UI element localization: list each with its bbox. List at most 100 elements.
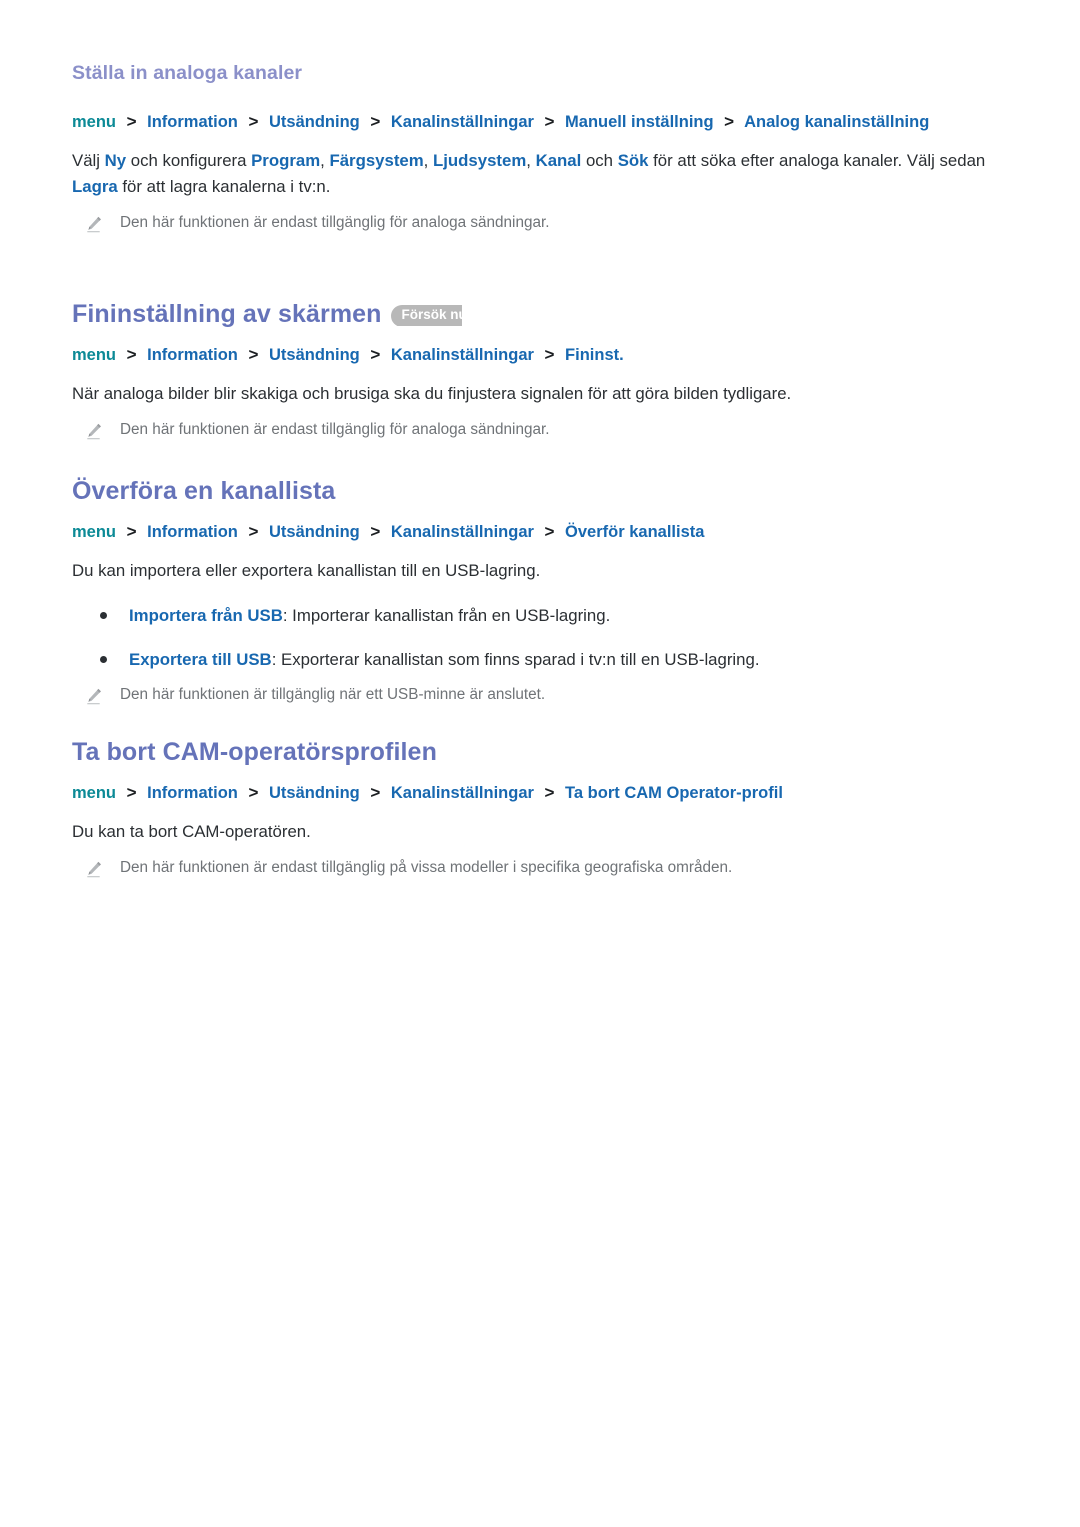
section-heading: Överföra en kanallista: [72, 477, 336, 505]
try-now-badge[interactable]: Försök nu: [390, 304, 462, 326]
paragraph-part: Välj: [72, 150, 105, 170]
pencil-icon: [84, 421, 104, 441]
chevron-right-icon: >: [370, 522, 381, 542]
section-paragraph: När analoga bilder blir skakiga och brus…: [72, 383, 792, 403]
breadcrumb-item-utsandning[interactable]: Utsändning: [269, 346, 360, 364]
chevron-right-icon: >: [724, 112, 735, 132]
keyword-fargsystem: Färgsystem: [329, 150, 424, 170]
paragraph-part: och konfigurera: [126, 150, 252, 170]
breadcrumb-item-menu[interactable]: menu: [72, 523, 116, 541]
paragraph-part: och: [581, 150, 618, 170]
breadcrumb-item-utsandning[interactable]: Utsändning: [269, 523, 360, 541]
note-text: Den här funktionen är endast tillgänglig…: [120, 214, 550, 232]
section-heading-row: Överföra en kanallista: [72, 476, 1008, 507]
list-item-term: Exportera till USB: [129, 650, 272, 670]
section-paragraph: Du kan importera eller exportera kanalli…: [72, 560, 541, 580]
section-heading-row: Fininställning av skärmen Försök nu: [72, 299, 1008, 330]
keyword-program: Program: [251, 150, 321, 170]
chevron-right-icon: >: [370, 783, 381, 803]
list-item-text: Exportera till USB: Exporterar kanallist…: [129, 647, 760, 672]
chevron-right-icon: >: [126, 112, 137, 132]
chevron-right-icon: >: [248, 522, 259, 542]
section-heading-row: Ta bort CAM-operatörsprofilen: [72, 737, 1008, 768]
chevron-right-icon: >: [248, 783, 259, 803]
breadcrumb-item-ta-bort-cam-operator-profil[interactable]: Ta bort CAM Operator-profil: [565, 784, 783, 802]
note-row: Den här funktionen är endast tillgänglig…: [84, 857, 1008, 880]
list-item-text: Importera från USB: Importerar kanallist…: [129, 603, 610, 628]
breadcrumb: menu > Information > Utsändning > Kanali…: [72, 344, 1008, 366]
breadcrumb-item-utsandning[interactable]: Utsändning: [269, 113, 360, 131]
chevron-right-icon: >: [248, 345, 259, 365]
keyword-sok: Sök: [617, 150, 649, 170]
note-row: Den här funktionen är endast tillgänglig…: [84, 212, 1008, 235]
breadcrumb-item-information[interactable]: Information: [147, 346, 238, 364]
keyword-kanal: Kanal: [535, 150, 582, 170]
keyword-ny: Ny: [104, 150, 127, 170]
note-text: Den här funktionen är endast tillgänglig…: [120, 859, 733, 877]
note-text: Den här funktionen är endast tillgänglig…: [120, 421, 550, 439]
breadcrumb-item-kanalinstallningar[interactable]: Kanalinställningar: [391, 113, 534, 131]
section-paragraph: Du kan ta bort CAM-operatören.: [72, 821, 311, 841]
breadcrumb-item-analog-kanalinstallning[interactable]: Analog kanalinställning: [744, 113, 929, 131]
breadcrumb-item-menu[interactable]: menu: [72, 113, 116, 131]
chevron-right-icon: >: [544, 345, 555, 365]
page-content: Ställa in analoga kanaler menu > Informa…: [0, 0, 1080, 880]
note-row: Den här funktionen är endast tillgänglig…: [84, 419, 1008, 442]
section-overfora-en-kanallista: Överföra en kanallista menu > Informatio…: [72, 476, 1008, 707]
chevron-right-icon: >: [126, 783, 137, 803]
section-paragraph: Välj Ny och konfigurera Program, Färgsys…: [72, 148, 992, 200]
note-text: Den här funktionen är tillgänglig när et…: [120, 686, 546, 704]
breadcrumb-item-menu[interactable]: menu: [72, 346, 116, 364]
breadcrumb-item-manuell-installning[interactable]: Manuell inställning: [565, 113, 714, 131]
paragraph-part: för att lagra kanalerna i tv:n.: [117, 177, 331, 197]
section-stalla-in-analoga-kanaler: Ställa in analoga kanaler menu > Informa…: [72, 62, 1008, 235]
section-ta-bort-cam-operatorsprofilen: Ta bort CAM-operatörsprofilen menu > Inf…: [72, 737, 1008, 880]
chevron-right-icon: >: [370, 112, 381, 132]
paragraph-part: ,: [526, 150, 536, 170]
chevron-right-icon: >: [126, 522, 137, 542]
list-item-description: : Importerar kanallistan från en USB-lag…: [282, 605, 611, 625]
breadcrumb: menu > Information > Utsändning > Kanali…: [72, 521, 1008, 543]
paragraph-part: ,: [423, 150, 433, 170]
breadcrumb-item-fininst[interactable]: Fininst.: [565, 346, 624, 364]
chevron-right-icon: >: [544, 112, 555, 132]
breadcrumb-item-information[interactable]: Information: [147, 523, 238, 541]
chevron-right-icon: >: [126, 345, 137, 365]
manual-page: Ställa in analoga kanaler menu > Informa…: [0, 0, 1080, 1527]
page-title: Ställa in analoga kanaler: [72, 62, 303, 84]
pencil-icon: [84, 686, 104, 706]
breadcrumb-item-menu[interactable]: menu: [72, 784, 116, 802]
list-item-description: : Exporterar kanallistan som finns spara…: [271, 650, 760, 670]
breadcrumb-item-information[interactable]: Information: [147, 113, 238, 131]
bullet-dot-icon: [100, 611, 107, 619]
section-heading: Ta bort CAM-operatörsprofilen: [72, 738, 437, 767]
chevron-right-icon: >: [370, 345, 381, 365]
breadcrumb: menu > Information > Utsändning > Kanali…: [72, 782, 1008, 804]
breadcrumb-item-overfor-kanallista[interactable]: Överför kanallista: [565, 523, 704, 541]
pencil-icon: [84, 859, 104, 879]
breadcrumb: menu > Information > Utsändning > Kanali…: [72, 111, 1008, 133]
list-item-term: Importera från USB: [129, 605, 283, 625]
try-now-badge-clip: Försök nu: [382, 304, 462, 326]
breadcrumb-item-utsandning[interactable]: Utsändning: [269, 784, 360, 802]
section-fininstallning-av-skarmen: Fininställning av skärmen Försök nu menu…: [72, 299, 1008, 442]
bullet-dot-icon: [100, 656, 107, 664]
section-heading: Fininställning av skärmen: [72, 300, 382, 329]
pencil-icon: [84, 214, 104, 234]
paragraph-part: för att söka efter analoga kanaler. Välj…: [648, 150, 986, 170]
chevron-right-icon: >: [544, 783, 555, 803]
note-row: Den här funktionen är tillgänglig när et…: [84, 684, 1008, 707]
list-item: Exportera till USB: Exporterar kanallist…: [100, 647, 1008, 672]
chevron-right-icon: >: [544, 522, 555, 542]
breadcrumb-item-information[interactable]: Information: [147, 784, 238, 802]
breadcrumb-item-kanalinstallningar[interactable]: Kanalinställningar: [391, 523, 534, 541]
list-item: Importera från USB: Importerar kanallist…: [100, 603, 1008, 628]
breadcrumb-item-kanalinstallningar[interactable]: Kanalinställningar: [391, 784, 534, 802]
keyword-ljudsystem: Ljudsystem: [433, 150, 527, 170]
keyword-lagra: Lagra: [72, 177, 118, 197]
breadcrumb-item-kanalinstallningar[interactable]: Kanalinställningar: [391, 346, 534, 364]
chevron-right-icon: >: [248, 112, 259, 132]
